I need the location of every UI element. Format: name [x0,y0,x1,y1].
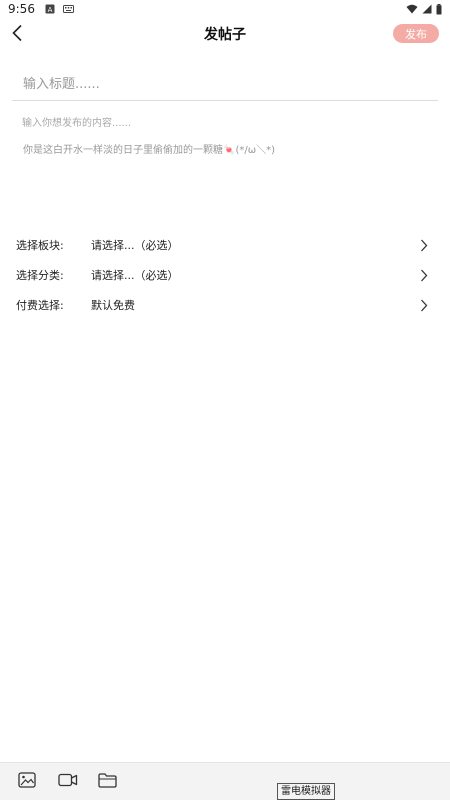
option-row-section[interactable]: 选择板块: 请选择...（必选） [0,233,450,257]
insert-image-button[interactable] [17,771,37,789]
option-label: 付费选择: [16,299,64,312]
keyboard-icon [62,5,74,13]
battery-icon [436,3,442,14]
post-screen: 9:56 A 发帖子 发布 输入标题...... 输入你想发布的内容......… [0,0,450,800]
option-row-payment[interactable]: 付费选择: 默认免费 [0,293,450,317]
option-label: 选择分类: [16,269,64,282]
option-value: 默认免费 [91,299,135,312]
content-input[interactable] [22,114,438,138]
publish-button[interactable]: 发布 [393,24,439,43]
signal-icon [422,4,432,14]
image-icon [18,772,36,788]
insert-video-button[interactable] [58,771,78,789]
status-right-icons [406,3,442,15]
option-value: 请选择...（必选） [91,239,179,252]
wifi-icon [406,4,418,14]
video-icon [58,773,78,787]
folder-icon [97,772,117,788]
page-title: 发帖子 [204,27,246,43]
content-hint: 你是这白开水一样淡的日子里偷偷加的一颗糖🍬(*/ω＼*) [23,145,275,156]
bottom-toolbar [0,762,450,800]
status-bar: 9:56 A [0,0,450,18]
chevron-right-icon [418,298,430,312]
svg-text:A: A [48,6,53,14]
header: 发帖子 [0,18,450,48]
status-time: 9:56 [8,2,35,16]
option-value: 请选择...（必选） [91,269,179,282]
notification-a-icon: A [45,4,55,14]
option-label: 选择板块: [16,239,64,252]
chevron-right-icon [418,238,430,252]
option-row-category[interactable]: 选择分类: 请选择...（必选） [0,263,450,287]
emulator-label: 雷电模拟器 [277,783,335,800]
insert-file-button[interactable] [97,771,117,789]
chevron-right-icon [418,268,430,282]
title-input[interactable] [12,68,438,101]
